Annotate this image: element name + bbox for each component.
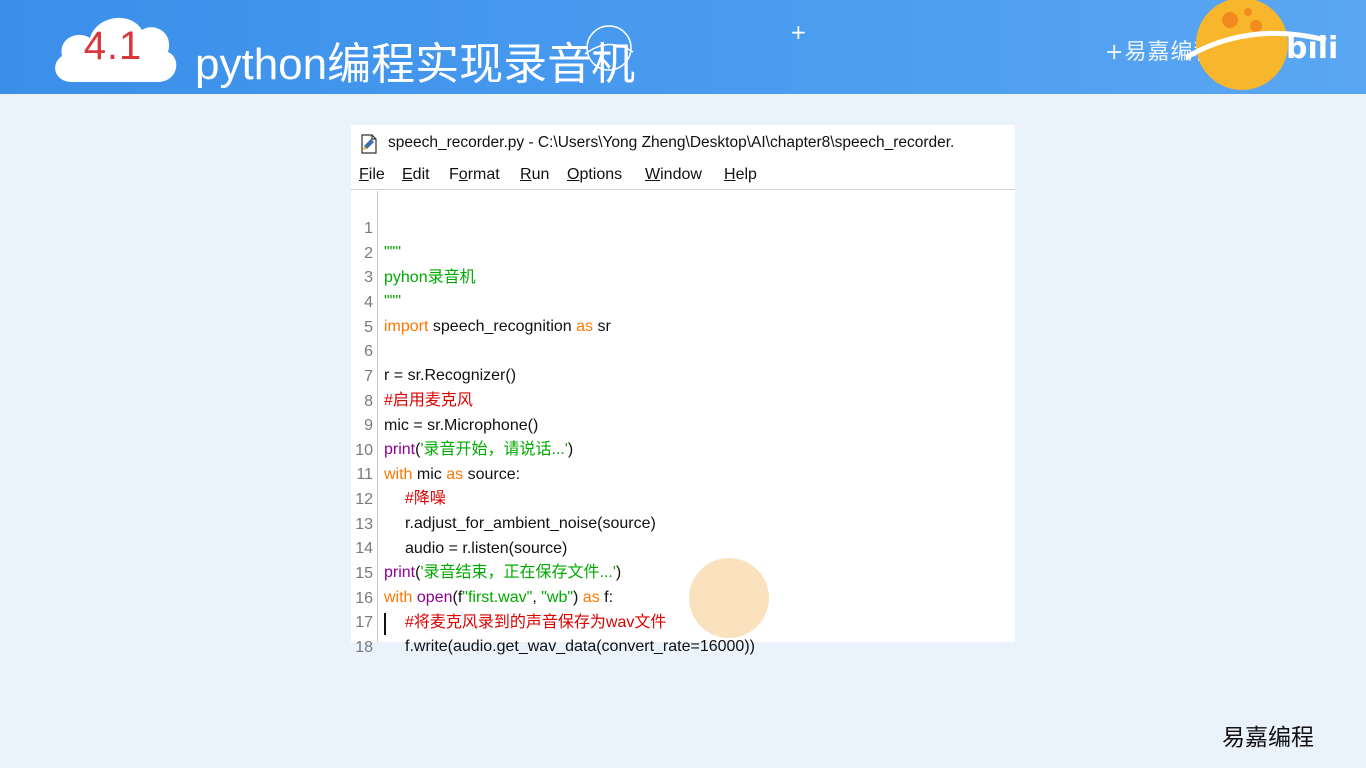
menu-edit[interactable]: Edit xyxy=(402,166,430,184)
menu-window[interactable]: Window xyxy=(645,166,702,184)
ring-decoration-icon xyxy=(584,25,634,71)
planet-logo-icon: bili xyxy=(1186,0,1338,90)
menu-run[interactable]: Run xyxy=(520,166,549,184)
python-file-icon xyxy=(361,134,377,154)
code-line: 3 """ xyxy=(351,241,1015,311)
section-number: 4.1 xyxy=(83,24,143,68)
code-line: 6 r = sr.Recognizer() xyxy=(351,315,1015,385)
menu-format[interactable]: Format xyxy=(449,166,500,184)
code-line: 5 xyxy=(351,291,1015,336)
code-line: 12 r.adjust_for_ambient_noise(source) xyxy=(351,463,1015,533)
code-line: 18 xyxy=(351,611,1015,656)
code-line: 15 with open(f"first.wav", "wb") as f: xyxy=(351,537,1015,607)
svg-text:bili: bili xyxy=(1286,31,1338,66)
code-line: 16 #将麦克风录到的声音保存为wav文件 xyxy=(351,562,1015,632)
page-title: python编程实现录音机 xyxy=(195,40,636,89)
code-line: 13 audio = r.listen(source) xyxy=(351,488,1015,558)
code-line: 14 print('录音结束，正在保存文件...') xyxy=(351,512,1015,582)
sparkle-icon: + xyxy=(790,20,807,44)
header-banner: 4.1 python编程实现录音机 + +易嘉编程 bili xyxy=(0,0,1366,94)
editor-window: speech_recorder.py - C:\Users\Yong Zheng… xyxy=(351,125,1015,656)
footer-brand: 易嘉编程 xyxy=(1222,725,1314,751)
code-line: 17 f.write(audio.get_wav_data(convert_ra… xyxy=(351,586,1015,656)
menu-file[interactable]: File xyxy=(359,166,385,184)
code-line: 8 mic = sr.Microphone() xyxy=(351,365,1015,435)
code-line: 4 import speech_recognition as sr xyxy=(351,266,1015,336)
code-line: 10 with mic as source: xyxy=(351,414,1015,484)
code-line: 11 #降噪 xyxy=(351,438,1015,508)
window-titlebar: speech_recorder.py - C:\Users\Yong Zheng… xyxy=(351,125,1015,161)
code-editor[interactable]: 1 """ 2 pyhon录音机 3 """ 4 import speech_r… xyxy=(351,191,1015,656)
text-cursor xyxy=(384,613,386,635)
code-line: 1 """ xyxy=(351,192,1015,262)
menu-options[interactable]: Options xyxy=(567,166,622,184)
code-line: 2 pyhon录音机 xyxy=(351,217,1015,287)
menu-help[interactable]: Help xyxy=(724,166,757,184)
window-title: speech_recorder.py - C:\Users\Yong Zheng… xyxy=(388,134,955,151)
menu-bar: File Edit Format Run Options Window Help xyxy=(351,163,1015,190)
line-number: 18 xyxy=(355,638,373,656)
code-line: 9 print('录音开始，请说话...') xyxy=(351,389,1015,459)
code-line: 7 #启用麦克风 xyxy=(351,340,1015,410)
